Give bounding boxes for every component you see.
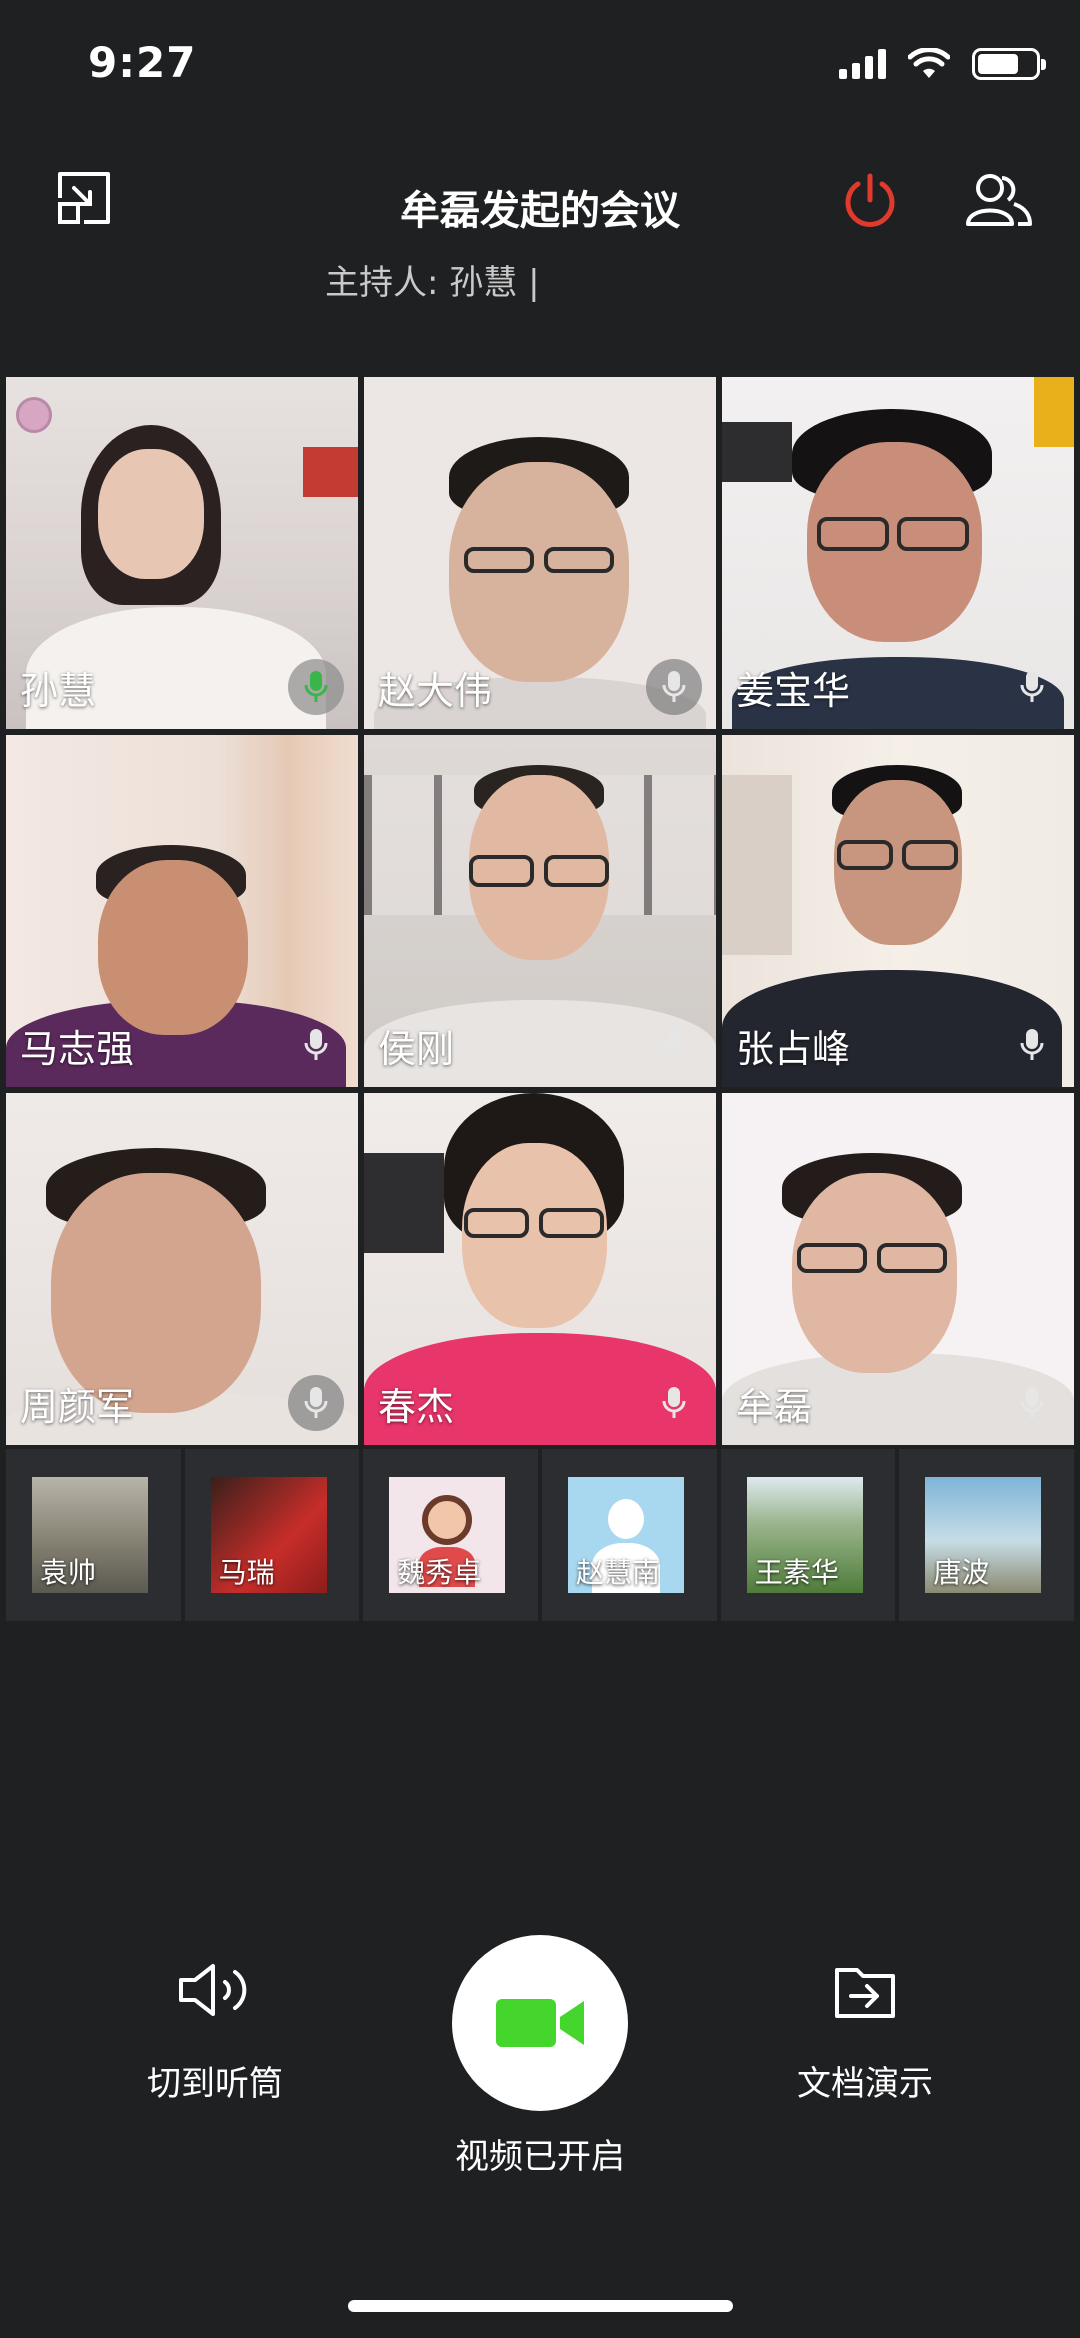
meeting-title: 牟磊发起的会议 (400, 188, 680, 234)
participant-thumbnail[interactable]: 王素华 (720, 1449, 896, 1621)
thumbnail-name: 唐波 (933, 1556, 990, 1589)
video-grid: 孙慧 赵大伟 姜宝华 马志强 侯刚 张占峰 周颜军 春杰 牟磊 (6, 377, 1074, 1445)
microphone-icon (1004, 1017, 1060, 1073)
thumbnail-name: 赵慧南 (576, 1556, 661, 1589)
participant-name: 姜宝华 (736, 669, 851, 713)
video-toggle-circle[interactable] (452, 1935, 628, 2111)
participant-name: 牟磊 (736, 1385, 813, 1429)
participant-thumbnail[interactable]: 唐波 (899, 1449, 1075, 1621)
thumbnail-name: 马瑞 (218, 1556, 275, 1589)
video-tile[interactable]: 张占峰 (722, 735, 1074, 1087)
status-icons (839, 48, 1046, 80)
video-camera-icon (496, 1999, 584, 2047)
video-label: 视频已开启 (455, 2137, 625, 2177)
video-tile[interactable]: 春杰 (364, 1093, 716, 1445)
microphone-icon (646, 1375, 702, 1431)
video-tile[interactable]: 孙慧 (6, 377, 358, 729)
switch-to-earpiece-button[interactable]: 切到听筒 (110, 1950, 320, 2105)
cellular-signal-icon (839, 49, 886, 79)
share-document-icon (835, 1968, 895, 2018)
speaker-icon (179, 1964, 247, 2016)
participant-thumbnail[interactable]: 马瑞 (184, 1449, 360, 1621)
speaker-label: 切到听筒 (147, 2064, 283, 2104)
thumbnail-name: 王素华 (754, 1556, 839, 1589)
docs-label: 文档演示 (797, 2064, 933, 2104)
participant-thumbnail[interactable]: 魏秀卓 (363, 1449, 539, 1621)
participant-name: 张占峰 (736, 1027, 851, 1071)
meeting-header: 牟磊发起的会议 主持人: 孙慧 | (0, 150, 1080, 350)
participant-name: 侯刚 (378, 1027, 455, 1071)
video-tile[interactable]: 侯刚 (364, 735, 716, 1087)
thumbnail-name: 魏秀卓 (397, 1556, 482, 1589)
microphone-icon (646, 659, 702, 715)
participants-icon[interactable] (964, 170, 1034, 230)
battery-icon (972, 48, 1046, 80)
wifi-icon (908, 48, 950, 78)
thumbnail-name: 袁帅 (40, 1556, 97, 1589)
video-tile[interactable]: 马志强 (6, 735, 358, 1087)
microphone-icon (646, 1017, 702, 1073)
microphone-icon (1004, 1375, 1060, 1431)
power-icon[interactable] (840, 170, 900, 230)
microphone-icon (288, 659, 344, 715)
status-time: 9:27 (88, 38, 197, 87)
video-tile[interactable]: 赵大伟 (364, 377, 716, 729)
video-toggle-button[interactable]: 视频已开启 (440, 1935, 640, 2178)
meeting-controls: 切到听筒 视频已开启 文档演示 (0, 1935, 1080, 2210)
participant-name: 孙慧 (20, 669, 97, 713)
home-indicator[interactable] (348, 2300, 733, 2312)
video-tile[interactable]: 姜宝华 (722, 377, 1074, 729)
participant-name: 周颜军 (20, 1385, 135, 1429)
video-tile[interactable]: 牟磊 (722, 1093, 1074, 1445)
document-share-button[interactable]: 文档演示 (760, 1950, 970, 2105)
host-label: 主持人: 孙慧 | (325, 263, 540, 303)
participant-name: 春杰 (378, 1385, 455, 1429)
video-tile[interactable]: 周颜军 (6, 1093, 358, 1445)
microphone-icon (1004, 659, 1060, 715)
participant-name: 赵大伟 (378, 669, 493, 713)
participant-thumbnail[interactable]: 赵慧南 (542, 1449, 717, 1621)
microphone-icon (288, 1017, 344, 1073)
status-bar: 9:27 (0, 0, 1080, 130)
participant-thumbnail[interactable]: 袁帅 (6, 1449, 181, 1621)
participant-name: 马志强 (20, 1027, 135, 1071)
microphone-icon (288, 1375, 344, 1431)
participant-thumbnail-strip[interactable]: 袁帅 马瑞 魏秀卓 赵慧南 王素华 唐波 (6, 1449, 1075, 1621)
